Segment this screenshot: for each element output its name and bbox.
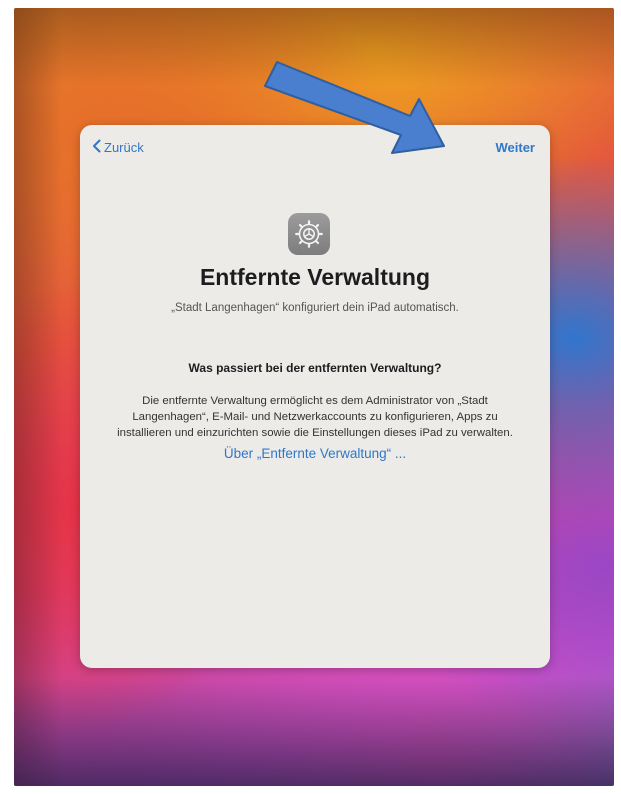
next-button[interactable]: Weiter (496, 137, 536, 157)
description-line: Langenhagen“, E-Mail- und Netzwerkaccoun… (132, 411, 498, 424)
section-heading: Was passiert bei der entfernten Verwaltu… (188, 361, 442, 375)
back-button-label: Zurück (104, 139, 144, 155)
learn-more-link[interactable]: Über „Entfernte Verwaltung“ ... (80, 446, 550, 461)
description-line: installieren und einzurichten sowie die … (117, 427, 513, 440)
next-button-label: Weiter (495, 139, 536, 155)
description-text: Die entfernte Verwaltung ermöglicht es d… (82, 393, 548, 442)
chevron-left-icon (92, 139, 101, 156)
back-button[interactable]: Zurück (92, 137, 144, 157)
page-subtitle: „Stadt Langenhagen“ konfiguriert dein iP… (171, 302, 459, 314)
description-line: Die entfernte Verwaltung ermöglicht es d… (142, 395, 488, 407)
page-title: Entfernte Verwaltung (199, 264, 431, 290)
settings-gear-icon (288, 213, 330, 255)
